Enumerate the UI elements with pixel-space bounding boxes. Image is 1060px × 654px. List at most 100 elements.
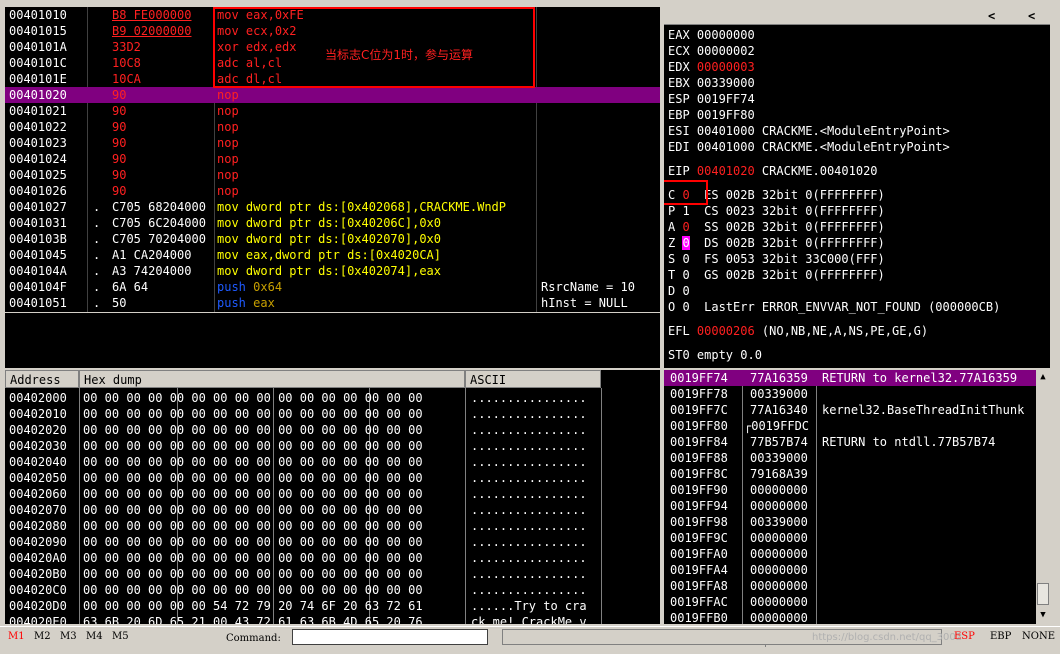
disasm-hex: B9 02000000 [112,24,192,38]
stack-row[interactable]: 0019FFA8 00000000 [664,578,1036,594]
chevron-left-icon[interactable]: < [1028,7,1035,25]
disasm-address: 00401023 [9,136,67,150]
stack-row[interactable]: 0019FFA4 00000000 [664,562,1036,578]
register-line[interactable]: A 0 SS 002B 32bit 0(FFFFFFFF) [668,219,885,235]
disasm-hex: 6A 64 [112,280,149,294]
stack-pane[interactable]: 0019FF74 77A16359 RETURN to kernel32.77A16… [664,370,1050,624]
column-header-address[interactable]: Address [5,370,79,388]
register-line[interactable]: S 0 FS 0053 32bit 33C000(FFF) [668,251,885,267]
stack-mode-ebp[interactable]: EBP [990,631,1011,642]
disasm-row[interactable]: 00401025 90 nop [5,167,660,183]
stack-row[interactable]: 0019FF90 00000000 [664,482,1036,498]
register-line[interactable]: ESI 00401000 CRACKME.<ModuleEntryPoint> [668,123,950,139]
stack-row[interactable]: 0019FF78 00339000 [664,386,1036,402]
register-name: EIP [668,164,697,178]
register-text: EBP 0019FF80 [668,108,755,122]
scroll-down-icon[interactable]: ▼ [1037,608,1049,622]
stack-row[interactable]: 0019FFAC 00000000 [664,594,1036,610]
register-line[interactable]: P 1 CS 0023 32bit 0(FFFFFFFF) [668,203,885,219]
register-value[interactable]: 1 [682,204,689,218]
stack-row[interactable]: 0019FF9C 00000000 [664,530,1036,546]
disasm-row[interactable]: 0040104A. A3 74204000 mov dword ptr ds:[0x… [5,263,660,279]
memory-tab-m1[interactable]: M1 [8,631,25,642]
register-line[interactable]: T 0 GS 002B 32bit 0(FFFFFFFF) [668,267,885,283]
stack-row[interactable]: 0019FF98 00339000 [664,514,1036,530]
register-value[interactable]: 0 [682,236,690,250]
stack-row[interactable]: 0019FFB0 00000000 [664,610,1036,624]
register-line[interactable]: EAX 00000000 [668,27,755,43]
register-line[interactable]: EFL 00000206 (NO,NB,NE,A,NS,PE,GE,G) [668,323,928,339]
register-line[interactable]: O 0 LastErr ERROR_ENVVAR_NOT_FOUND (0000… [668,299,1000,315]
stack-address: 0019FF90 [670,483,728,497]
register-line[interactable]: EBX 00339000 [668,75,755,91]
disasm-row[interactable]: 00401021 90 nop [5,103,660,119]
memory-tab-m3[interactable]: M3 [60,631,77,642]
register-line[interactable]: EIP 00401020 CRACKME.00401020 [668,163,878,179]
hexdump-bytes: 00 00 00 00 00 00 00 00 00 00 00 00 00 0… [83,391,423,405]
disasm-row[interactable]: 00401045. A1 CA204000 mov eax,dword ptr ds… [5,247,660,263]
stack-row[interactable]: 0019FF88 00339000 [664,450,1036,466]
register-line[interactable]: EDI 00401000 CRACKME.<ModuleEntryPoint> [668,139,950,155]
disasm-row[interactable]: 00401024 90 nop [5,151,660,167]
stack-row[interactable]: 0019FF80 ┌0019FFDC [664,418,1036,434]
stack-scrollbar[interactable]: ▲ ▼ [1036,370,1050,624]
chevron-left-icon[interactable]: < [988,7,995,25]
register-value[interactable]: 00401020 [697,164,755,178]
disasm-row[interactable]: 0040103B. C705 70204000 mov dword ptr ds:[… [5,231,660,247]
hexdump-ascii: ................ [471,583,587,597]
disasm-mnemonic: nop [217,88,239,102]
hexdump-address: 004020C0 [9,583,67,597]
register-line[interactable]: ESP 0019FF74 [668,91,755,107]
register-line[interactable]: ST0 empty 0.0 [668,347,762,363]
stack-row[interactable]: 0019FF74 77A16359 RETURN to kernel32.77A16… [664,370,1036,386]
disasm-row[interactable]: 00401031. C705 6C204000 mov dword ptr ds:[… [5,215,660,231]
hexdump-pane[interactable]: Address Hex dump ASCII 00402000 00 00 00 … [5,370,660,624]
register-line[interactable]: ECX 00000002 [668,43,755,59]
hexdump-bytes: 63 6B 20 6D 65 21 00 43 72 61 63 6B 4D 6… [83,615,423,624]
stack-value: 00000000 [750,483,808,497]
disasm-row[interactable]: 00401026 90 nop [5,183,660,199]
memory-tab-m5[interactable]: M5 [112,631,129,642]
register-line[interactable]: EDX 00000003 [668,59,755,75]
registers-pane[interactable]: Registers (FPU) < < EAX 00000000 ECX 0000… [664,7,1050,368]
stack-row[interactable]: 0019FF94 00000000 [664,498,1036,514]
stack-mode-esp[interactable]: ESP [954,631,975,642]
stack-row[interactable]: 0019FFA0 00000000 [664,546,1036,562]
memory-tab-m2[interactable]: M2 [34,631,51,642]
disasm-mnemonic: mov [217,216,239,230]
memory-tab-m4[interactable]: M4 [86,631,103,642]
stack-comment: RETURN to ntdll.77B57B74 [822,435,996,449]
disasm-row[interactable]: 00401027. C705 68204000 mov dword ptr ds:[… [5,199,660,215]
hexdump-address: 004020B0 [9,567,67,581]
register-value[interactable]: 00000206 [697,324,755,338]
stack-row[interactable]: 0019FF84 77B57B74 RETURN to ntdll.77B57B74 [664,434,1036,450]
disasm-mnemonic: mov [217,248,239,262]
hexdump-bytes: 00 00 00 00 00 00 00 00 00 00 00 00 00 0… [83,471,423,485]
register-text: EAX 00000000 [668,28,755,42]
register-name: P [668,204,683,218]
column-header-hexdump[interactable]: Hex dump [79,370,465,388]
disasm-address: 00401051 [9,296,67,310]
command-input[interactable]: ▼ [292,629,780,647]
stack-value: 77A16359 [750,371,808,385]
stack-row[interactable]: 0019FF7C 77A16340 kernel32.BaseThreadInitT… [664,402,1036,418]
stack-address: 0019FF8C [670,467,728,481]
scroll-up-icon[interactable]: ▲ [1037,370,1049,384]
stack-mode-none[interactable]: NONE [1022,631,1055,642]
register-value[interactable]: 00000003 [697,60,755,74]
disassembly-pane[interactable]: 00401010 B8 FE000000 mov eax,0xFE 00401015 B… [5,7,660,312]
register-line[interactable]: EBP 0019FF80 [668,107,755,123]
scroll-thumb[interactable] [1037,583,1049,605]
registers-header: Registers (FPU) < < [664,7,1050,41]
disasm-row[interactable]: 00401022 90 nop [5,119,660,135]
disasm-row[interactable]: 00401020 90 nop [5,87,660,103]
column-header-ascii[interactable]: ASCII [465,370,601,388]
register-line[interactable]: D 0 [668,283,690,299]
stack-address: 0019FF88 [670,451,728,465]
register-value[interactable]: 0 [682,220,689,234]
register-line[interactable]: Z 0 DS 002B 32bit 0(FFFFFFFF) [668,235,885,251]
stack-row[interactable]: 0019FF8C 79168A39 [664,466,1036,482]
hexdump-ascii: ................ [471,535,587,549]
disasm-row[interactable]: 00401023 90 nop [5,135,660,151]
disasm-marker: . [93,200,101,214]
